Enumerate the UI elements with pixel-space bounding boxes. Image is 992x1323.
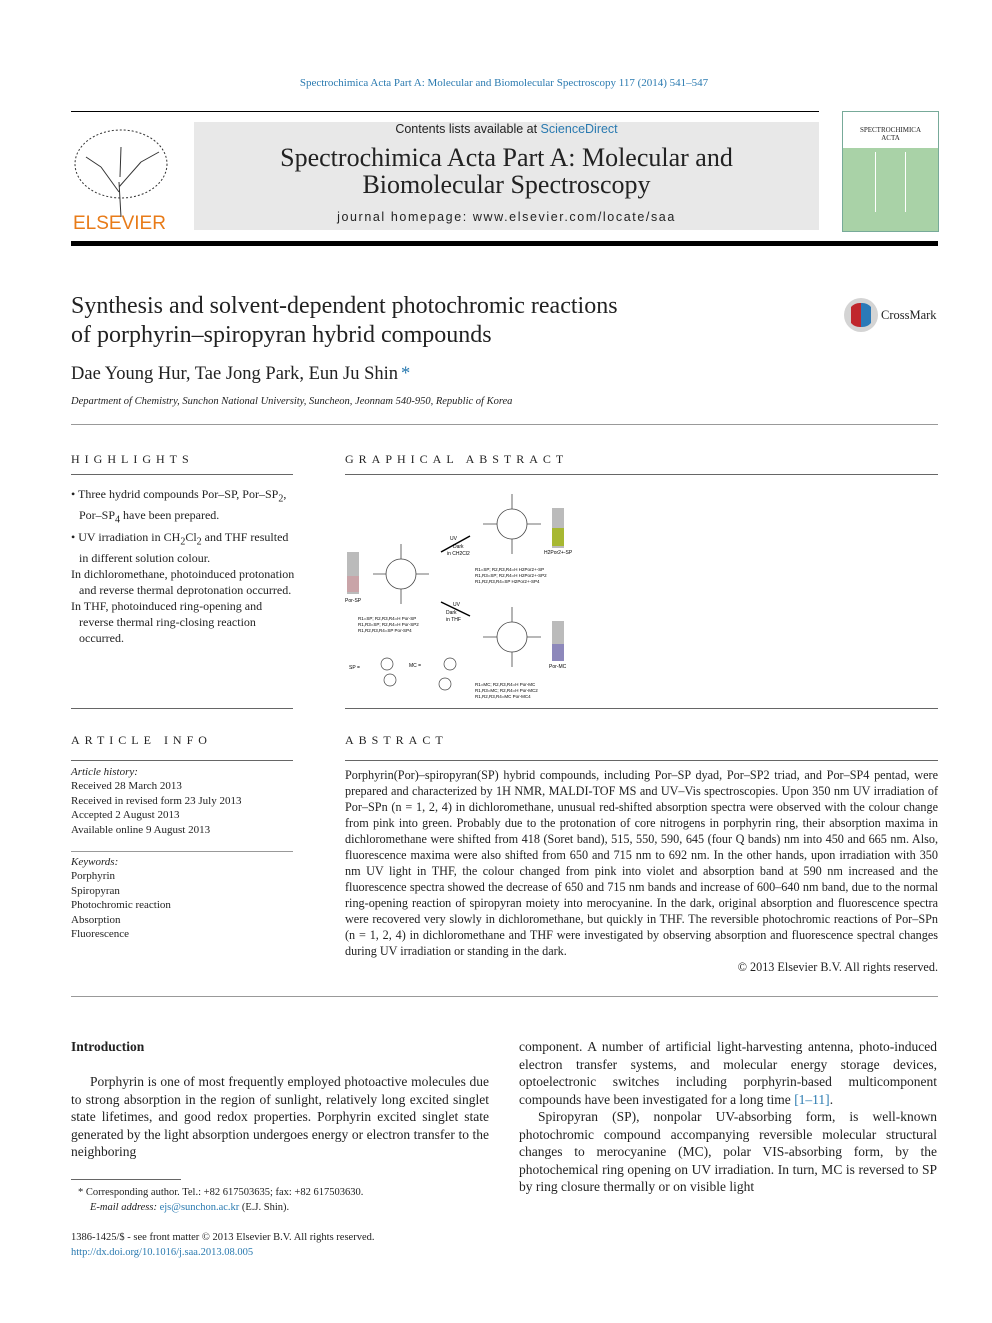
svg-text:Dark: Dark xyxy=(446,610,457,616)
svg-text:SP =: SP = xyxy=(349,665,360,671)
crossmark-button[interactable]: CrossMark xyxy=(843,297,937,333)
divider xyxy=(71,111,819,112)
highlights-heading: HIGHLIGHTS xyxy=(71,452,194,466)
svg-text:in THF: in THF xyxy=(446,617,461,623)
label-por-mc: Por-MC xyxy=(549,664,567,670)
article-page: Spectrochimica Acta Part A: Molecular an… xyxy=(0,0,992,1323)
svg-text:R1,R2,R3,R4=MC Por-MC4: R1,R2,R3,R4=MC Por-MC4 xyxy=(475,694,531,699)
svg-text:UV: UV xyxy=(450,536,458,542)
svg-text:UV: UV xyxy=(453,602,461,608)
email-link[interactable]: ejs@sunchon.ac.kr xyxy=(160,1202,240,1213)
article-title: Synthesis and solvent-dependent photochr… xyxy=(71,293,618,348)
front-matter: 1386-1425/$ - see front matter © 2013 El… xyxy=(71,1232,375,1260)
journal-title: Spectrochimica Acta Part A: Molecular an… xyxy=(280,143,733,199)
svg-text:R1,R3=SP; R2,R4=H H2Por2+-SP: R1,R3=SP; R2,R4=H H2Por2+-SP2 xyxy=(475,573,547,578)
abstract-text: Porphyrin(Por)–spiropyran(SP) hybrid com… xyxy=(345,768,938,974)
highlight-item: • Three hydrid compounds Por–SP, Por–SP2… xyxy=(71,487,287,526)
elsevier-logo: ELSEVIER xyxy=(71,122,171,234)
svg-text:R1,R2,R3,R4=SP Por-SP4: R1,R2,R3,R4=SP Por-SP4 xyxy=(358,628,412,633)
highlight-item: • UV irradiation in CH2Cl2 and THF resul… xyxy=(71,529,289,566)
svg-text:Dark: Dark xyxy=(453,544,464,550)
article-info-heading: ARTICLE INFO xyxy=(71,733,212,747)
reference-link[interactable]: [1–11] xyxy=(794,1092,830,1107)
divider xyxy=(71,424,938,425)
footnote: * Corresponding author. Tel.: +82 617503… xyxy=(78,1187,364,1213)
introduction-heading: Introduction xyxy=(71,1039,145,1054)
copyright: © 2013 Elsevier B.V. All rights reserved… xyxy=(737,960,938,974)
highlights-list: • Three hydrid compounds Por–SP, Por–SP2… xyxy=(71,486,296,646)
corresponding-author-mark[interactable]: * xyxy=(401,364,410,384)
graphical-abstract-figure: Por-SP H2Por2+-SP Por-MC UV Dark in CH2Cl2… xyxy=(345,484,605,709)
svg-text:R1=SP; R2,R3,R4=H H2Por2+-SP: R1=SP; R2,R3,R4=H H2Por2+-SP xyxy=(475,567,544,572)
contents-text: Contents lists available at xyxy=(395,122,541,136)
authors: Dae Young Hur, Tae Jong Park, Eun Ju Shi… xyxy=(71,364,411,384)
body-column-1: Porphyrin is one of most frequently empl… xyxy=(71,1074,489,1159)
svg-text:in CH2Cl2: in CH2Cl2 xyxy=(447,551,470,557)
svg-text:R1=MC; R2,R3,R4=H Por-MC: R1=MC; R2,R3,R4=H Por-MC xyxy=(475,682,536,687)
highlight-item: In THF, photoinduced ring-opening and re… xyxy=(71,599,263,646)
crossmark-icon xyxy=(844,298,878,332)
abstract-heading: ABSTRACT xyxy=(345,733,448,747)
svg-text:R1=SP; R2,R3,R4=H Por-SP: R1=SP; R2,R3,R4=H Por-SP xyxy=(358,616,416,621)
article-history: Article history: Received 28 March 2013 R… xyxy=(71,766,242,836)
label-por-sp: Por-SP xyxy=(345,598,362,604)
homepage-link[interactable]: www.elsevier.com/locate/saa xyxy=(473,210,676,224)
svg-text:R1,R2,R3,R4=SP H2Por2+-SP4: R1,R2,R3,R4=SP H2Por2+-SP4 xyxy=(475,579,540,584)
divider xyxy=(71,241,938,246)
body-column-2: component. A number of artificial light-… xyxy=(519,1039,937,1194)
svg-text:R1,R3=SP; R2,R4=H Por-SP2: R1,R3=SP; R2,R4=H Por-SP2 xyxy=(358,622,419,627)
journal-cover: SPECTROCHIMICA ACTA xyxy=(842,111,939,232)
keywords: Keywords: Porphyrin Spiropyran Photochrom… xyxy=(71,856,171,941)
label-h2por: H2Por2+-SP xyxy=(544,550,573,556)
svg-text:MC =: MC = xyxy=(409,663,421,669)
graphical-abstract-heading: GRAPHICAL ABSTRACT xyxy=(345,452,569,466)
svg-text:ELSEVIER: ELSEVIER xyxy=(73,213,166,232)
journal-citation-link[interactable]: Spectrochimica Acta Part A: Molecular an… xyxy=(0,77,992,89)
sciencedirect-link[interactable]: ScienceDirect xyxy=(541,122,618,136)
affiliation: Department of Chemistry, Sunchon Nationa… xyxy=(71,396,513,407)
svg-text:R1,R3=MC; R2,R4=H Por-MC2: R1,R3=MC; R2,R4=H Por-MC2 xyxy=(475,688,538,693)
highlight-item: In dichloromethane, photoinduced protona… xyxy=(71,567,295,598)
journal-masthead: Contents lists available at ScienceDirec… xyxy=(194,122,819,230)
doi-link[interactable]: http://dx.doi.org/10.1016/j.saa.2013.08.… xyxy=(71,1245,374,1260)
